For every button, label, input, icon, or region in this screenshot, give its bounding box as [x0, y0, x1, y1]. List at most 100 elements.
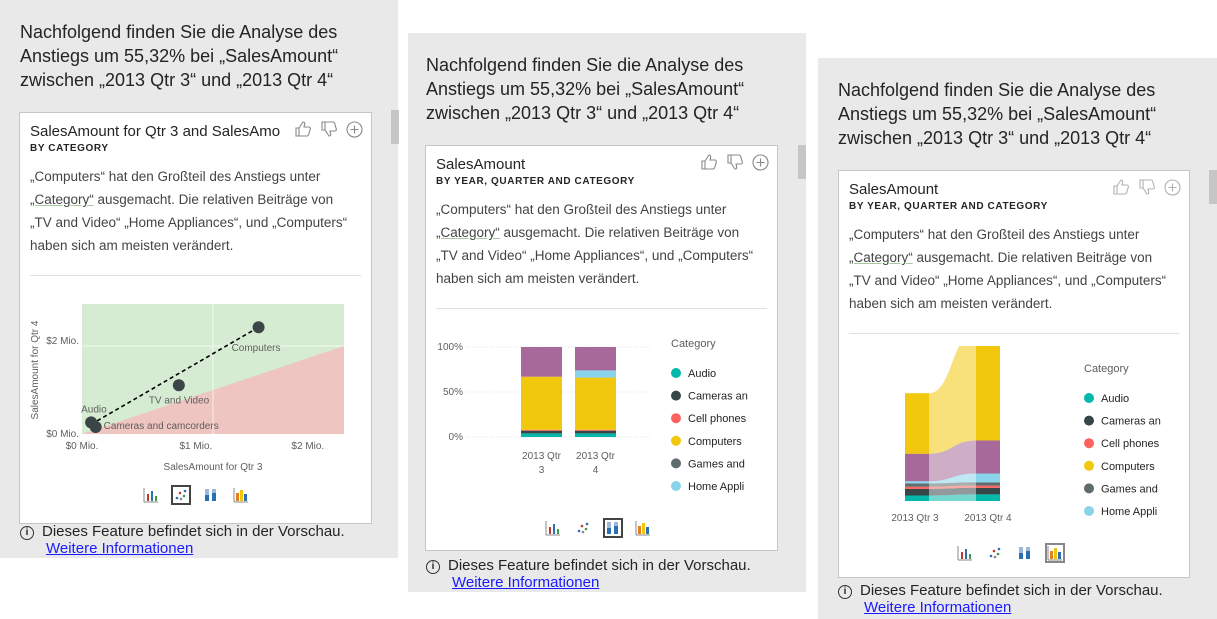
- visual-toggles: [543, 518, 653, 538]
- card-actions: [700, 154, 769, 171]
- card-title: SalesAmount: [436, 156, 526, 173]
- insight-panel-1: Nachfolgend finden Sie die Analyse des A…: [0, 0, 399, 558]
- add-icon[interactable]: [752, 154, 769, 171]
- data-point-label: Computers: [232, 343, 281, 354]
- learn-more-link[interactable]: Weitere Informationen: [864, 599, 1163, 616]
- thumbs-down-icon[interactable]: [1138, 179, 1156, 196]
- bar-segment[interactable]: [575, 430, 616, 434]
- category-link[interactable]: „Category“: [849, 250, 913, 265]
- legend-item[interactable]: Cell phones: [1101, 438, 1160, 450]
- bar-segment[interactable]: [521, 433, 562, 437]
- scrollbar-thumb[interactable]: [1209, 170, 1217, 204]
- ribbon-column-segment[interactable]: [976, 482, 1000, 486]
- learn-more-link[interactable]: Weitere Informationen: [46, 540, 345, 557]
- ribbon-toggle[interactable]: [231, 485, 251, 505]
- ribbon-column-segment[interactable]: [905, 486, 929, 489]
- bar-segment[interactable]: [575, 377, 616, 430]
- intro-text: Nachfolgend finden Sie die Analyse des A…: [426, 55, 745, 123]
- bar-segment[interactable]: [575, 370, 616, 378]
- x-tick-label: $1 Mio.: [180, 441, 213, 452]
- ribbon-column-segment[interactable]: [905, 481, 929, 484]
- insight-card: SalesAmount for Qtr 3 and SalesAmo BY CA…: [19, 112, 372, 524]
- legend-item[interactable]: Computers: [688, 436, 742, 448]
- ribbon-toggle[interactable]: [1045, 543, 1065, 563]
- bar-segment[interactable]: [521, 430, 562, 434]
- data-point-label: Cameras and camcorders: [104, 421, 219, 432]
- ribbon-column-segment[interactable]: [976, 487, 1000, 495]
- stacked-column-toggle[interactable]: [1015, 543, 1035, 563]
- ribbon-column-segment[interactable]: [905, 488, 929, 496]
- card-description: „Computers“ hat den Großteil des Anstieg…: [30, 169, 348, 253]
- bar-segment[interactable]: [575, 347, 616, 371]
- bar-segment[interactable]: [521, 347, 562, 377]
- legend-item[interactable]: Cameras an: [688, 391, 748, 403]
- ribbon-column-segment[interactable]: [905, 453, 929, 482]
- learn-more-link[interactable]: Weitere Informationen: [452, 574, 751, 591]
- legend-title: Category: [671, 338, 716, 350]
- visual-toggles: [955, 543, 1065, 563]
- legend-item[interactable]: Home Appli: [688, 481, 744, 493]
- ribbon-column-segment[interactable]: [976, 485, 1000, 488]
- ribbon-toggle[interactable]: [633, 518, 653, 538]
- card-description: „Computers“ hat den Großteil des Anstieg…: [849, 227, 1167, 311]
- column-chart-toggle[interactable]: [543, 518, 563, 538]
- thumbs-down-icon[interactable]: [320, 121, 338, 138]
- legend-item[interactable]: Audio: [688, 368, 716, 380]
- data-point-label: TV and Video: [149, 395, 210, 406]
- thumbs-up-icon[interactable]: [700, 154, 718, 171]
- legend-marker: [671, 368, 681, 378]
- intro-text: Nachfolgend finden Sie die Analyse des A…: [838, 80, 1157, 148]
- ribbon-column-segment[interactable]: [976, 440, 1000, 474]
- column-chart-toggle[interactable]: [141, 485, 161, 505]
- data-point[interactable]: [89, 421, 102, 434]
- ribbon-column-segment[interactable]: [905, 495, 929, 502]
- legend-item[interactable]: Games and: [1101, 483, 1158, 495]
- bar-segment[interactable]: [521, 429, 562, 431]
- ribbon-column-segment[interactable]: [905, 483, 929, 487]
- data-point-label: Audio: [81, 404, 107, 415]
- legend-marker: [1084, 415, 1094, 426]
- scatter-toggle[interactable]: [171, 485, 191, 505]
- bar-segment[interactable]: [521, 376, 562, 430]
- thumbs-up-icon[interactable]: [1112, 179, 1130, 196]
- y-tick-label: 0%: [449, 432, 464, 443]
- legend-marker: [1084, 393, 1094, 403]
- insight-card: SalesAmount BY YEAR, QUARTER AND CATEGOR…: [425, 145, 778, 551]
- category-link[interactable]: „Category“: [30, 192, 94, 207]
- category-link[interactable]: „Category“: [436, 225, 500, 240]
- ribbon-band[interactable]: [929, 487, 976, 496]
- scatter-toggle[interactable]: [573, 518, 593, 538]
- legend-item[interactable]: Home Appli: [1101, 506, 1157, 518]
- scatter-toggle[interactable]: [985, 543, 1005, 563]
- preview-notice: i Dieses Feature befindet sich in der Vor…: [838, 582, 1163, 616]
- thumbs-up-icon[interactable]: [294, 121, 312, 138]
- y-axis-label: SalesAmount for Qtr 4: [30, 320, 41, 419]
- ribbon-column-segment[interactable]: [976, 494, 1000, 501]
- stacked-column-toggle[interactable]: [201, 485, 221, 505]
- scrollbar-thumb[interactable]: [391, 110, 399, 144]
- scrollbar-thumb[interactable]: [798, 145, 806, 179]
- ribbon-column-segment[interactable]: [976, 473, 1000, 483]
- bar-segment[interactable]: [575, 429, 616, 431]
- x-tick-label: 4: [593, 465, 599, 476]
- thumbs-down-icon[interactable]: [726, 154, 744, 171]
- y-tick-label: 50%: [443, 387, 463, 398]
- legend-item[interactable]: Audio: [1101, 393, 1129, 405]
- ribbon-column-segment[interactable]: [976, 346, 1000, 441]
- bar-segment[interactable]: [575, 433, 616, 437]
- legend-item[interactable]: Cell phones: [688, 413, 747, 425]
- legend-item[interactable]: Computers: [1101, 461, 1155, 473]
- ribbon-band[interactable]: [929, 346, 976, 454]
- intro-text: Nachfolgend finden Sie die Analyse des A…: [20, 22, 339, 90]
- data-point[interactable]: [172, 379, 185, 392]
- card-description: „Computers“ hat den Großteil des Anstieg…: [436, 202, 754, 286]
- add-icon[interactable]: [1164, 179, 1181, 196]
- legend-marker: [671, 458, 681, 469]
- ribbon-column-segment[interactable]: [905, 393, 929, 454]
- legend-item[interactable]: Games and: [688, 458, 745, 470]
- add-icon[interactable]: [346, 121, 363, 138]
- column-chart-toggle[interactable]: [955, 543, 975, 563]
- data-point[interactable]: [252, 321, 265, 334]
- legend-item[interactable]: Cameras an: [1101, 416, 1161, 428]
- stacked-column-toggle[interactable]: [603, 518, 623, 538]
